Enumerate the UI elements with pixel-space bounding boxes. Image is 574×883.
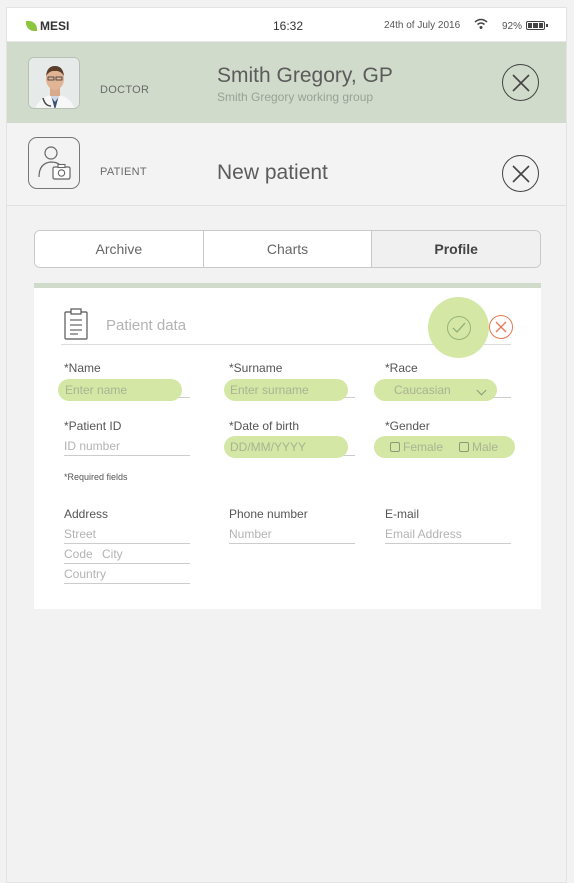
- tab-profile[interactable]: Profile: [372, 231, 540, 267]
- female-label: Female: [403, 440, 444, 454]
- chevron-down-icon: [476, 385, 487, 396]
- email-field: E-mail Email Address: [385, 507, 511, 544]
- country-input[interactable]: Country: [64, 564, 190, 584]
- male-label: Male: [472, 440, 499, 454]
- clock: 16:32: [273, 19, 304, 33]
- race-label: *Race: [385, 361, 418, 375]
- doctor-close-button[interactable]: [502, 64, 539, 101]
- tab-bar: Archive Charts Profile: [34, 230, 541, 268]
- patient-photo-placeholder[interactable]: [28, 137, 80, 189]
- battery-percent: 92%: [502, 21, 523, 32]
- close-icon: [511, 73, 530, 92]
- card-title: Patient data: [106, 317, 187, 334]
- checkbox-icon: [390, 442, 400, 452]
- card-header: Patient data: [34, 288, 541, 358]
- patient-data-card: Patient data *Name Enter name *Surname E…: [34, 283, 541, 609]
- patient-title: New patient: [217, 161, 328, 184]
- user-camera-icon: [38, 146, 71, 180]
- close-icon: [495, 321, 507, 333]
- dob-label: *Date of birth: [229, 419, 300, 433]
- required-fields-note: *Required fields: [64, 472, 128, 482]
- confirm-button[interactable]: [428, 297, 489, 358]
- patient-label: PATIENT: [100, 166, 147, 178]
- race-value: Caucasian: [394, 383, 451, 397]
- email-input[interactable]: Email Address: [385, 524, 511, 544]
- city-input[interactable]: City: [102, 544, 190, 563]
- tab-archive[interactable]: Archive: [35, 231, 204, 267]
- patient-id-label: *Patient ID: [64, 419, 122, 433]
- date: 24th of July 2016: [384, 20, 461, 31]
- doctor-group: Smith Gregory working group: [217, 90, 374, 104]
- phone-input[interactable]: Number: [229, 524, 355, 544]
- doctor-avatar: [28, 57, 80, 109]
- gender-male-option[interactable]: Male: [459, 436, 498, 458]
- name-placeholder: Enter name: [65, 383, 128, 397]
- phone-label: Phone number: [229, 507, 308, 521]
- address-field: Address Street Code City Country: [64, 507, 190, 584]
- patient-header: PATIENT New patient: [7, 123, 566, 206]
- app-window: MESI 16:32 24th of July 2016 92% DOCTOR …: [6, 7, 567, 883]
- leaf-icon: [26, 21, 37, 31]
- phone-field: Phone number Number: [229, 507, 355, 544]
- dob-placeholder: DD/MM/YYYY: [230, 440, 307, 454]
- doctor-label: DOCTOR: [100, 84, 150, 96]
- close-icon: [511, 164, 530, 183]
- checkbox-icon: [459, 442, 469, 452]
- cancel-button[interactable]: [489, 315, 513, 339]
- doctor-name: Smith Gregory, GP: [217, 64, 393, 87]
- doctor-header: DOCTOR Smith Gregory, GP Smith Gregory w…: [7, 42, 566, 123]
- patient-close-button[interactable]: [502, 155, 539, 192]
- battery-icon: [526, 21, 548, 30]
- patient-id-field: *Patient ID ID number: [64, 419, 190, 456]
- patient-id-input[interactable]: ID number: [64, 436, 190, 456]
- brand-name: MESI: [40, 19, 70, 33]
- wifi-icon: [474, 18, 488, 29]
- code-input[interactable]: Code: [64, 544, 102, 563]
- brand-logo: MESI: [26, 19, 69, 33]
- surname-placeholder: Enter surname: [230, 383, 309, 397]
- name-label: *Name: [64, 361, 101, 375]
- street-input[interactable]: Street: [64, 524, 190, 544]
- status-bar: MESI 16:32 24th of July 2016 92%: [7, 8, 566, 42]
- gender-field: *Gender: [385, 419, 511, 433]
- surname-label: *Surname: [229, 361, 283, 375]
- clipboard-icon: [64, 308, 88, 340]
- tab-charts[interactable]: Charts: [203, 231, 373, 267]
- check-icon: [452, 322, 466, 333]
- gender-label: *Gender: [385, 419, 430, 433]
- gender-female-option[interactable]: Female: [390, 436, 443, 458]
- email-label: E-mail: [385, 507, 420, 521]
- address-label: Address: [64, 507, 109, 521]
